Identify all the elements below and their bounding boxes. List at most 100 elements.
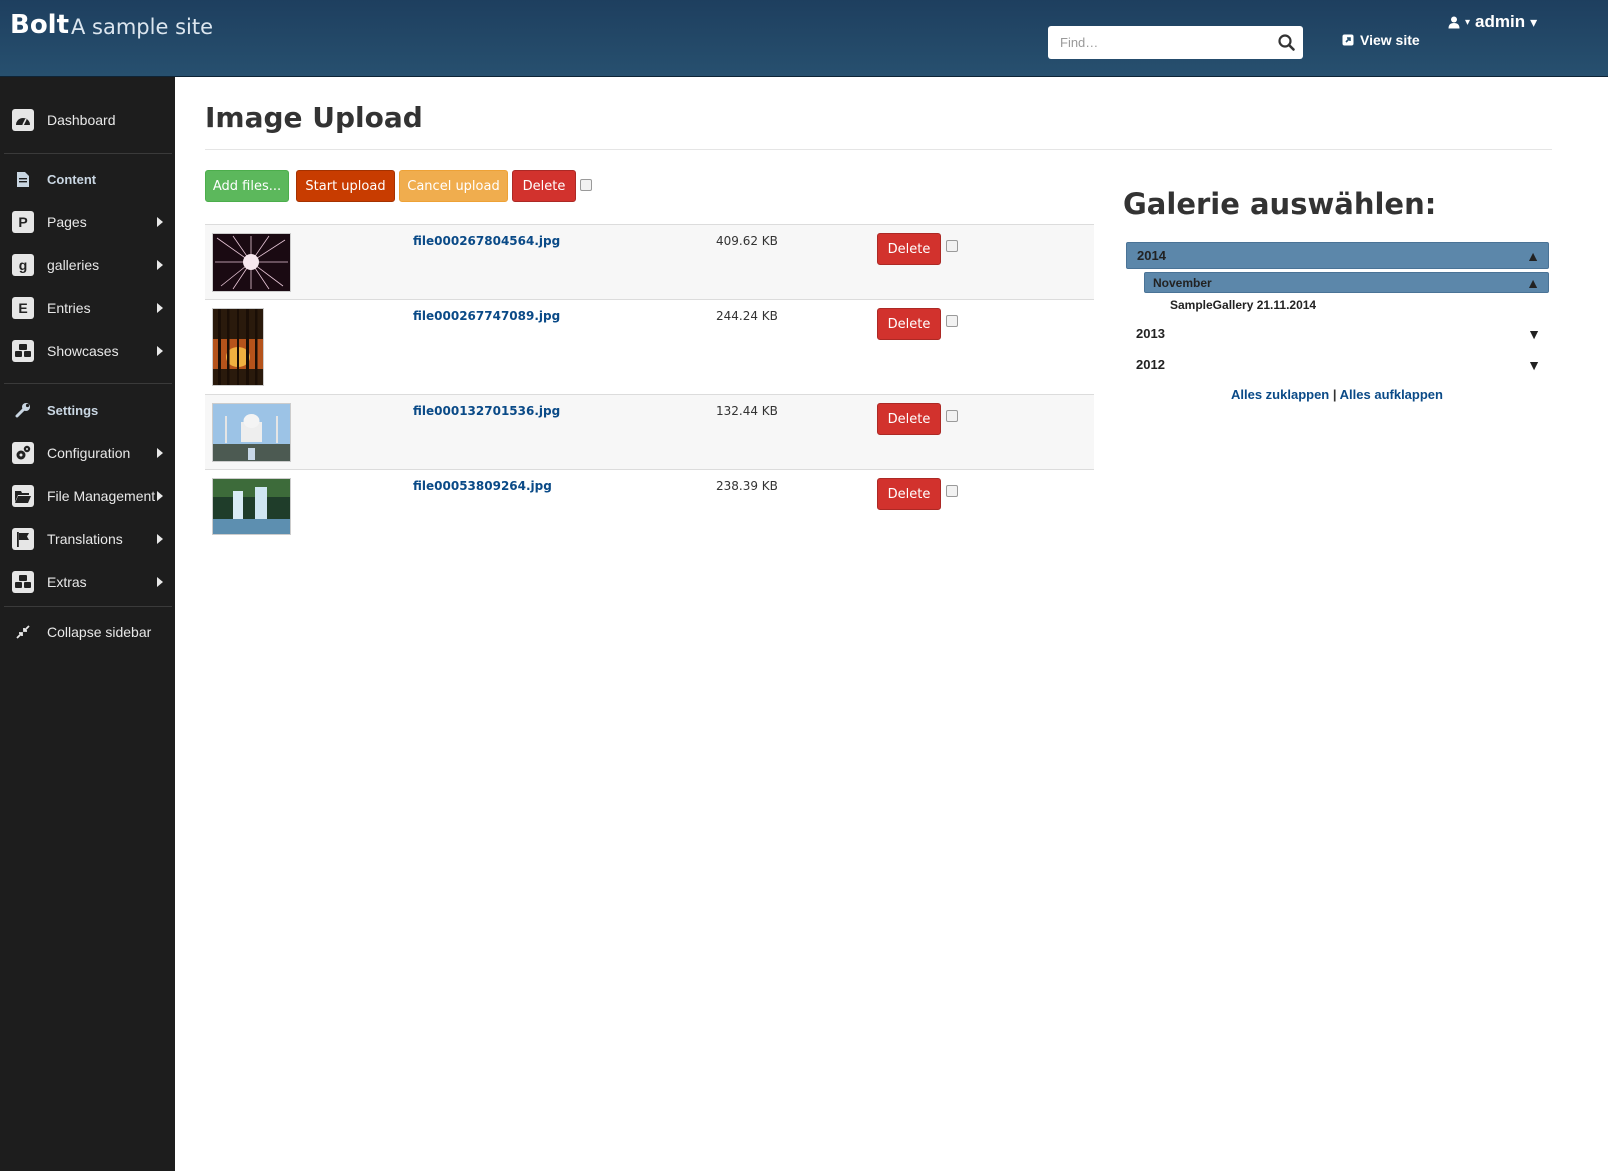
tree-year-2012[interactable]: 2012 ▼ [1126,351,1549,378]
flag-icon [12,528,34,550]
sidebar-item-extras[interactable]: Extras [0,564,175,600]
search-button[interactable] [1270,26,1303,59]
sidebar-item-configuration[interactable]: Configuration [0,435,175,471]
view-site-label: View site [1360,32,1420,48]
document-icon [12,168,34,190]
file-name[interactable]: file00053809264.jpg [413,479,552,493]
cubes-icon [12,340,34,362]
row-checkbox[interactable] [946,240,958,252]
sidebar-divider [4,606,172,607]
sidebar-divider [4,383,172,384]
collapse-sidebar-button[interactable]: Collapse sidebar [0,614,175,650]
file-thumbnail[interactable] [212,403,291,462]
tree-month-november[interactable]: November ▲ [1144,272,1549,293]
sidebar-item-label: Configuration [47,445,131,461]
tree-year-label: 2014 [1137,248,1166,263]
delete-file-button[interactable]: Delete [877,308,941,340]
sidebar-item-label: galleries [47,257,100,273]
caret-down-icon: ▾ [1465,16,1471,28]
caret-right-icon [157,260,163,270]
row-checkbox[interactable] [946,410,958,422]
sidebar-item-label: Entries [47,300,91,316]
sidebar-section-settings: Settings [0,392,175,428]
sidebar: Dashboard Content P Pages g galleries E … [0,77,175,1171]
row-checkbox[interactable] [946,315,958,327]
link-separator: | [1332,387,1337,402]
folder-open-icon [12,485,34,507]
galleries-letter-icon: g [12,254,34,276]
caret-right-icon [157,491,163,501]
add-files-button[interactable]: Add files... [205,170,289,202]
sidebar-item-translations[interactable]: Translations [0,521,175,557]
table-row: file000267747089.jpg 244.24 KB Delete [205,299,1094,394]
delete-file-button[interactable]: Delete [877,478,941,510]
sidebar-item-galleries[interactable]: g galleries [0,247,175,283]
view-site-link[interactable]: View site [1342,32,1420,48]
sidebar-item-label: Pages [47,214,87,230]
expand-all-link[interactable]: Alles aufklappen [1340,387,1443,402]
tree-year-label: 2013 [1136,326,1165,341]
tree-year-2014[interactable]: 2014 ▲ [1126,242,1549,269]
delete-selected-button[interactable]: Delete [512,170,576,202]
tree-year-2013[interactable]: 2013 ▼ [1126,320,1549,347]
caret-right-icon [157,346,163,356]
table-row: file000267804564.jpg 409.62 KB Delete [205,224,1094,299]
search-input[interactable] [1048,26,1268,59]
page-title: Image Upload [205,101,423,134]
external-link-icon [1342,34,1354,46]
compress-icon [12,621,34,643]
tree-gallery-item[interactable]: SampleGallery 21.11.2014 [1170,298,1316,312]
site-tagline[interactable]: A sample site [71,15,213,39]
gears-icon [12,442,34,464]
user-menu[interactable]: ▾ admin ▾ [1448,12,1537,32]
main-content: Image Upload Add files... Start upload C… [175,77,1608,1171]
file-thumbnail[interactable] [212,478,291,535]
table-row: file000132701536.jpg 132.44 KB Delete [205,394,1094,469]
search-icon [1278,34,1295,51]
tree-toggle-links: Alles zuklappen | Alles aufklappen [1231,387,1443,402]
cancel-upload-button[interactable]: Cancel upload [399,170,508,202]
caret-right-icon [157,534,163,544]
sidebar-item-showcases[interactable]: Showcases [0,333,175,369]
sidebar-item-label: Collapse sidebar [47,624,152,640]
caret-right-icon [157,448,163,458]
triangle-down-icon: ▼ [1527,356,1541,373]
brand-logo[interactable]: Bolt [10,10,69,40]
entries-letter-icon: E [12,297,34,319]
user-name: admin [1475,12,1526,31]
sidebar-item-file-management[interactable]: File Management [0,478,175,514]
file-name[interactable]: file000267747089.jpg [413,309,560,323]
sidebar-item-entries[interactable]: E Entries [0,290,175,326]
file-thumbnail[interactable] [212,308,264,386]
cubes-icon [12,571,34,593]
file-name[interactable]: file000267804564.jpg [413,234,560,248]
top-navbar: Bolt A sample site View site ▾ admin ▾ [0,0,1608,77]
dashboard-icon [12,109,34,131]
sidebar-item-label: Extras [47,574,87,590]
search-box [1048,26,1303,59]
gallery-title: Galerie auswählen: [1123,187,1437,221]
file-size: 244.24 KB [716,309,778,323]
sidebar-item-pages[interactable]: P Pages [0,204,175,240]
sidebar-item-dashboard[interactable]: Dashboard [0,102,175,138]
sidebar-divider [4,153,172,154]
file-size: 409.62 KB [716,234,778,248]
triangle-down-icon: ▼ [1527,325,1541,342]
triangle-up-icon: ▲ [1526,274,1540,291]
sidebar-section-label: Settings [47,402,99,418]
pages-letter-icon: P [12,211,34,233]
select-all-checkbox[interactable] [580,179,592,191]
file-thumbnail[interactable] [212,233,291,292]
sidebar-item-label: Dashboard [47,112,116,128]
delete-file-button[interactable]: Delete [877,403,941,435]
delete-file-button[interactable]: Delete [877,233,941,265]
user-icon [1448,16,1460,28]
row-checkbox[interactable] [946,485,958,497]
sidebar-item-label: Translations [47,531,123,547]
collapse-all-link[interactable]: Alles zuklappen [1231,387,1329,402]
start-upload-button[interactable]: Start upload [296,170,395,202]
tree-year-label: 2012 [1136,357,1165,372]
tree-month-label: November [1153,275,1212,290]
file-name[interactable]: file000132701536.jpg [413,404,560,418]
sidebar-item-label: Showcases [47,343,119,359]
